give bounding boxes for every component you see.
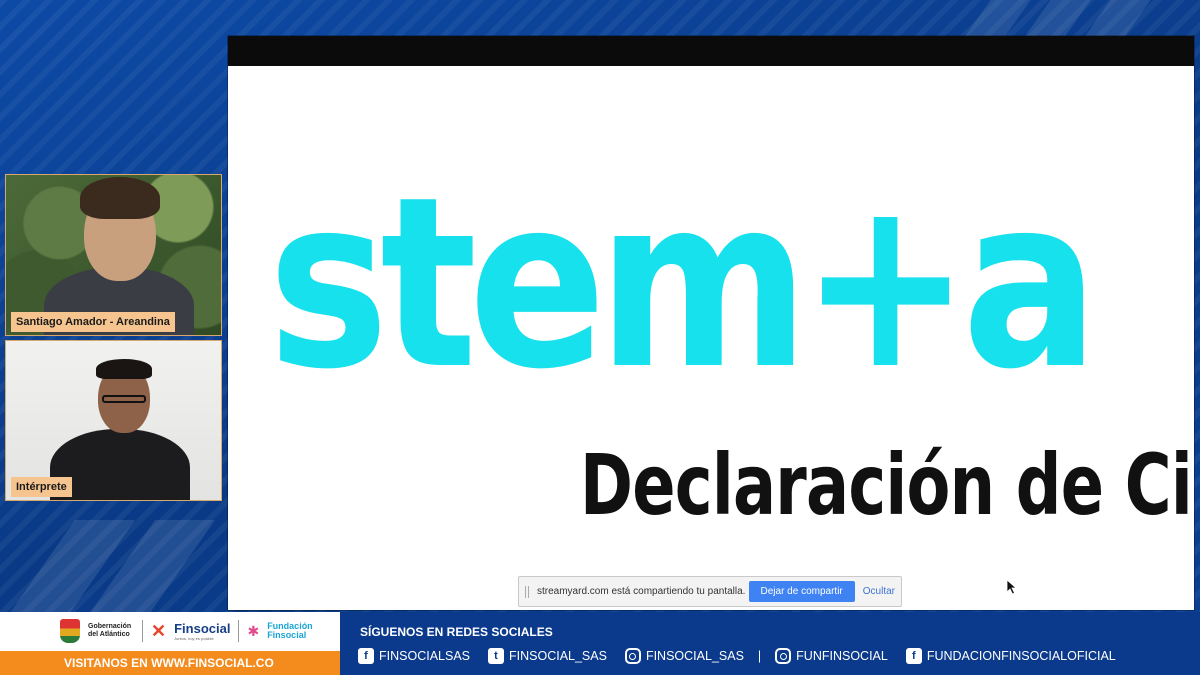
facebook-icon: f bbox=[905, 648, 922, 664]
facebook-icon: f bbox=[358, 648, 374, 664]
interpreter-video: Intérprete bbox=[5, 340, 222, 501]
social-heading: SÍGUENOS EN REDES SOCIALES bbox=[360, 625, 553, 639]
finsocial-name: Finsocial bbox=[174, 621, 231, 636]
instagram-icon bbox=[624, 648, 641, 664]
share-message: streamyard.com está compartiendo tu pant… bbox=[537, 586, 746, 597]
social-facebook-finsocialsas[interactable]: f FINSOCIALSAS bbox=[358, 648, 470, 664]
participant-name-tag: Santiago Amador - Areandina bbox=[11, 312, 175, 332]
mouse-cursor-icon bbox=[1006, 579, 1018, 595]
hide-link[interactable]: Ocultar bbox=[863, 586, 895, 597]
gobernacion-crest-icon bbox=[60, 619, 80, 643]
footer-banner: Gobernación del Atlántico ✕ Finsocial Ju… bbox=[0, 612, 1200, 675]
fundacion-people-icon: ✱ bbox=[247, 622, 260, 639]
social-section: SÍGUENOS EN REDES SOCIALES f FINSOCIALSA… bbox=[340, 612, 1200, 675]
instagram-icon bbox=[775, 648, 792, 664]
social-handle: FUNDACIONFINSOCIALOFICIAL bbox=[926, 649, 1116, 663]
social-handle: FINSOCIAL_SAS bbox=[509, 649, 607, 663]
social-list: f FINSOCIALSAS t FINSOCIAL_SAS FINSOCIAL… bbox=[358, 648, 1134, 664]
shared-screen: stem+a Declaración de Ciuda streamyard.c… bbox=[228, 36, 1194, 610]
logo-divider bbox=[142, 620, 143, 642]
logo-divider bbox=[238, 620, 240, 642]
twitter-icon: t bbox=[488, 648, 504, 664]
screen-share-notification: streamyard.com está compartiendo tu pant… bbox=[518, 576, 902, 607]
gobernacion-logo: Gobernación del Atlántico bbox=[88, 623, 132, 638]
social-facebook-fundacion[interactable]: f FUNDACIONFINSOCIALOFICIAL bbox=[905, 648, 1116, 664]
screen-top-bar bbox=[228, 36, 1194, 66]
finsocial-x-icon: ✕ bbox=[151, 621, 167, 641]
stop-sharing-button[interactable]: Dejar de compartir bbox=[748, 581, 855, 602]
drag-handle-icon[interactable] bbox=[525, 585, 531, 598]
participant-hair bbox=[96, 359, 152, 379]
social-instagram-finsocial[interactable]: FINSOCIAL_SAS bbox=[624, 648, 744, 664]
slide-title: Declaración de Ciuda bbox=[580, 436, 1194, 534]
stream-background: stem+a Declaración de Ciuda streamyard.c… bbox=[0, 0, 1200, 612]
website-banner[interactable]: VISITANOS EN WWW.FINSOCIAL.CO bbox=[0, 651, 340, 675]
social-separator: | bbox=[757, 649, 762, 663]
slide-logo: stem+a bbox=[268, 146, 1099, 421]
social-handle: FUNFINSOCIAL bbox=[796, 649, 888, 663]
sponsor-logos: Gobernación del Atlántico ✕ Finsocial Ju… bbox=[0, 612, 340, 675]
social-instagram-funfinsocial[interactable]: FUNFINSOCIAL bbox=[775, 648, 888, 664]
social-twitter-finsocial[interactable]: t FINSOCIAL_SAS bbox=[488, 648, 607, 664]
glasses-icon bbox=[102, 395, 146, 403]
participant-name-tag: Intérprete bbox=[11, 477, 72, 497]
finsocial-tagline: Juntos, hoy es posible bbox=[174, 636, 214, 641]
logo-row: Gobernación del Atlántico ✕ Finsocial Ju… bbox=[0, 612, 340, 650]
fundacion-logo: Fundación Finsocial bbox=[267, 621, 313, 640]
participant-video: Santiago Amador - Areandina bbox=[5, 174, 222, 336]
social-handle: FINSOCIALSAS bbox=[379, 649, 470, 663]
finsocial-logo: Finsocial Juntos, hoy es posible bbox=[174, 621, 230, 641]
social-handle: FINSOCIAL_SAS bbox=[645, 649, 744, 663]
participant-hair bbox=[80, 177, 160, 219]
